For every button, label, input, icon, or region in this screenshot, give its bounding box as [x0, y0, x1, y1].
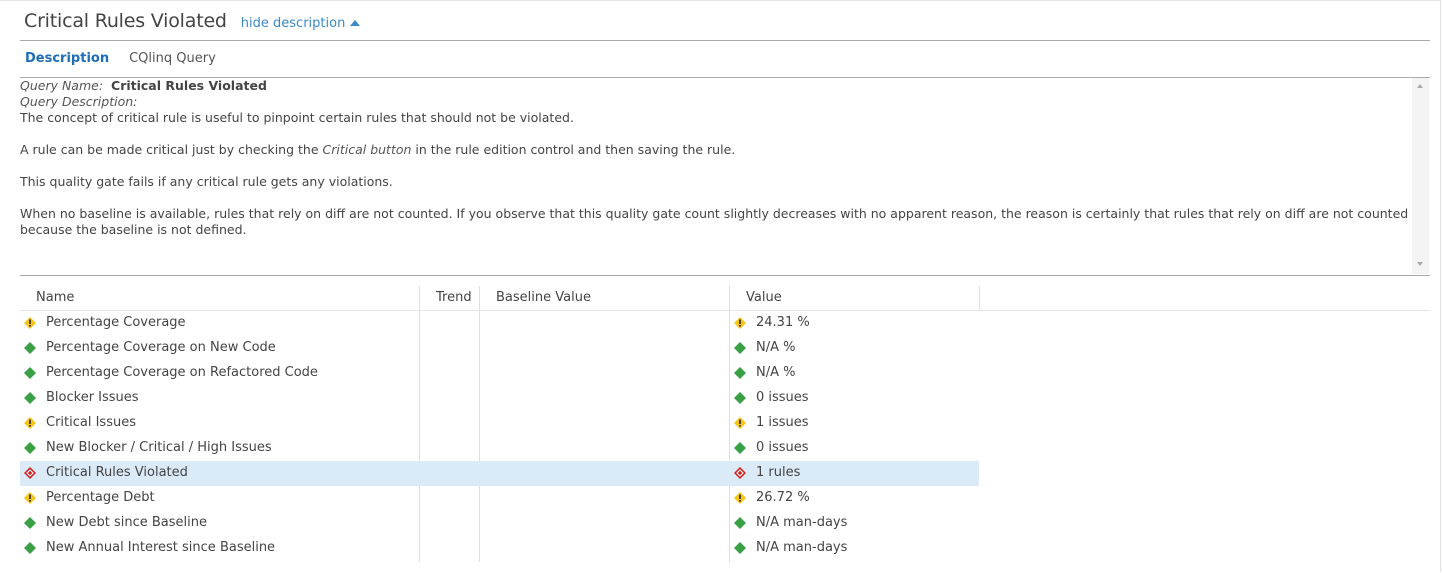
warning-diamond-icon: [734, 492, 746, 504]
ok-value-status-icon: [734, 542, 746, 554]
row-value: 1 rules: [756, 465, 801, 480]
ok-status-icon: [24, 367, 36, 379]
ok-diamond-icon: [24, 442, 36, 454]
row-name: New Debt since Baseline: [46, 515, 207, 530]
page-title: Critical Rules Violated: [24, 10, 227, 32]
ok-status-icon: [24, 517, 36, 529]
row-name: New Blocker / Critical / High Issues: [46, 440, 272, 455]
description-para-1: The concept of critical rule is useful t…: [20, 110, 574, 125]
ok-status-icon: [24, 442, 36, 454]
table-row[interactable]: Blocker Issues 0 issues: [20, 386, 1430, 411]
ok-status-icon: [24, 392, 36, 404]
table-row[interactable]: Percentage Coverage on New Code N/A %: [20, 336, 1430, 361]
tab-description[interactable]: Description: [25, 51, 109, 66]
row-value: N/A man-days: [756, 515, 848, 530]
description-para-3: This quality gate fails if any critical …: [20, 174, 393, 189]
ok-diamond-icon: [734, 517, 746, 529]
row-name: Blocker Issues: [46, 390, 139, 405]
row-value: 0 issues: [756, 440, 809, 455]
row-value: 26.72 %: [756, 490, 810, 505]
fail-value-status-icon: [734, 467, 746, 479]
row-value: 1 issues: [756, 415, 809, 430]
ok-status-icon: [24, 542, 36, 554]
fail-status-icon: [24, 467, 36, 479]
warning-diamond-icon: [734, 417, 746, 429]
row-name: Critical Rules Violated: [46, 465, 188, 480]
table-row[interactable]: Percentage Coverage 24.31 %: [20, 311, 1430, 336]
row-value: 0 issues: [756, 390, 809, 405]
warning-value-status-icon: [734, 492, 746, 504]
row-name: Critical Issues: [46, 415, 136, 430]
warning-status-icon: [24, 317, 36, 329]
description-scrollbar[interactable]: [1412, 78, 1429, 274]
ok-value-status-icon: [734, 517, 746, 529]
query-name-label: Query Name:: [20, 78, 104, 93]
ok-diamond-icon: [24, 342, 36, 354]
row-name: Percentage Coverage on Refactored Code: [46, 365, 318, 380]
tab-bar: Description CQlinq Query: [25, 51, 236, 66]
hide-description-link[interactable]: hide description: [241, 16, 361, 31]
ok-value-status-icon: [734, 367, 746, 379]
table-row[interactable]: Percentage Debt 26.72 %: [20, 486, 1430, 511]
ok-status-icon: [24, 342, 36, 354]
warning-value-status-icon: [734, 317, 746, 329]
ok-value-status-icon: [734, 342, 746, 354]
warning-value-status-icon: [734, 417, 746, 429]
row-value: N/A man-days: [756, 540, 848, 555]
scroll-up-arrow-icon[interactable]: [1417, 84, 1423, 88]
row-value: 24.31 %: [756, 315, 810, 330]
warning-diamond-icon: [24, 492, 36, 504]
warning-diamond-icon: [734, 317, 746, 329]
ok-diamond-icon: [734, 442, 746, 454]
ok-diamond-icon: [24, 542, 36, 554]
row-value: N/A %: [756, 340, 796, 355]
hide-description-label: hide description: [240, 16, 346, 31]
scroll-down-arrow-icon[interactable]: [1417, 262, 1423, 266]
column-header-baseline[interactable]: Baseline Value: [496, 290, 591, 305]
ok-diamond-icon: [24, 392, 36, 404]
description-divider: [20, 275, 1430, 276]
column-header-value[interactable]: Value: [746, 290, 782, 305]
query-name-value: Critical Rules Violated: [111, 78, 267, 93]
table-row[interactable]: New Debt since Baseline N/A man-days: [20, 511, 1430, 536]
ok-value-status-icon: [734, 442, 746, 454]
row-name: Percentage Debt: [46, 490, 155, 505]
quality-gates-table: Name Trend Baseline Value Value Percenta…: [20, 286, 1430, 561]
tab-cqlinq-query[interactable]: CQlinq Query: [129, 51, 216, 66]
row-name: New Annual Interest since Baseline: [46, 540, 276, 555]
ok-diamond-icon: [24, 517, 36, 529]
header-divider: [20, 40, 1430, 41]
description-panel: Query Name: Critical Rules Violated Quer…: [20, 78, 1412, 274]
table-row[interactable]: New Blocker / Critical / High Issues 0 is…: [20, 436, 1430, 461]
warning-diamond-icon: [24, 417, 36, 429]
ok-diamond-icon: [734, 342, 746, 354]
row-value: N/A %: [756, 365, 796, 380]
column-header-name[interactable]: Name: [36, 290, 74, 305]
query-name-line: Query Name: Critical Rules Violated: [20, 78, 1412, 94]
table-header: Name Trend Baseline Value Value: [20, 286, 1430, 311]
row-name: Percentage Coverage: [46, 315, 186, 330]
table-row[interactable]: Percentage Coverage on Refactored Code N/…: [20, 361, 1430, 386]
fail-diamond-icon: [734, 467, 746, 479]
ok-diamond-icon: [734, 367, 746, 379]
fail-diamond-icon: [24, 467, 36, 479]
table-row[interactable]: Critical Rules Violated 1 rules: [20, 461, 979, 486]
table-row[interactable]: New Annual Interest since Baseline N/A ma…: [20, 536, 1430, 561]
warning-status-icon: [24, 492, 36, 504]
table-row[interactable]: Critical Issues 1 issues: [20, 411, 1430, 436]
ok-diamond-icon: [734, 542, 746, 554]
header: Critical Rules Violated hide description: [24, 10, 361, 40]
ok-diamond-icon: [734, 392, 746, 404]
query-description-label: Query Description:: [20, 94, 138, 109]
ok-diamond-icon: [24, 367, 36, 379]
ok-value-status-icon: [734, 392, 746, 404]
warning-status-icon: [24, 417, 36, 429]
description-para-2: A rule can be made critical just by chec…: [20, 142, 736, 157]
triangle-up-icon: [350, 19, 361, 26]
table-body: Percentage Coverage 24.31 % Percentage Cov…: [20, 311, 1430, 561]
warning-diamond-icon: [24, 317, 36, 329]
row-name: Percentage Coverage on New Code: [46, 340, 276, 355]
description-para-4: When no baseline is available, rules tha…: [20, 206, 1409, 237]
column-header-trend[interactable]: Trend: [436, 290, 472, 305]
